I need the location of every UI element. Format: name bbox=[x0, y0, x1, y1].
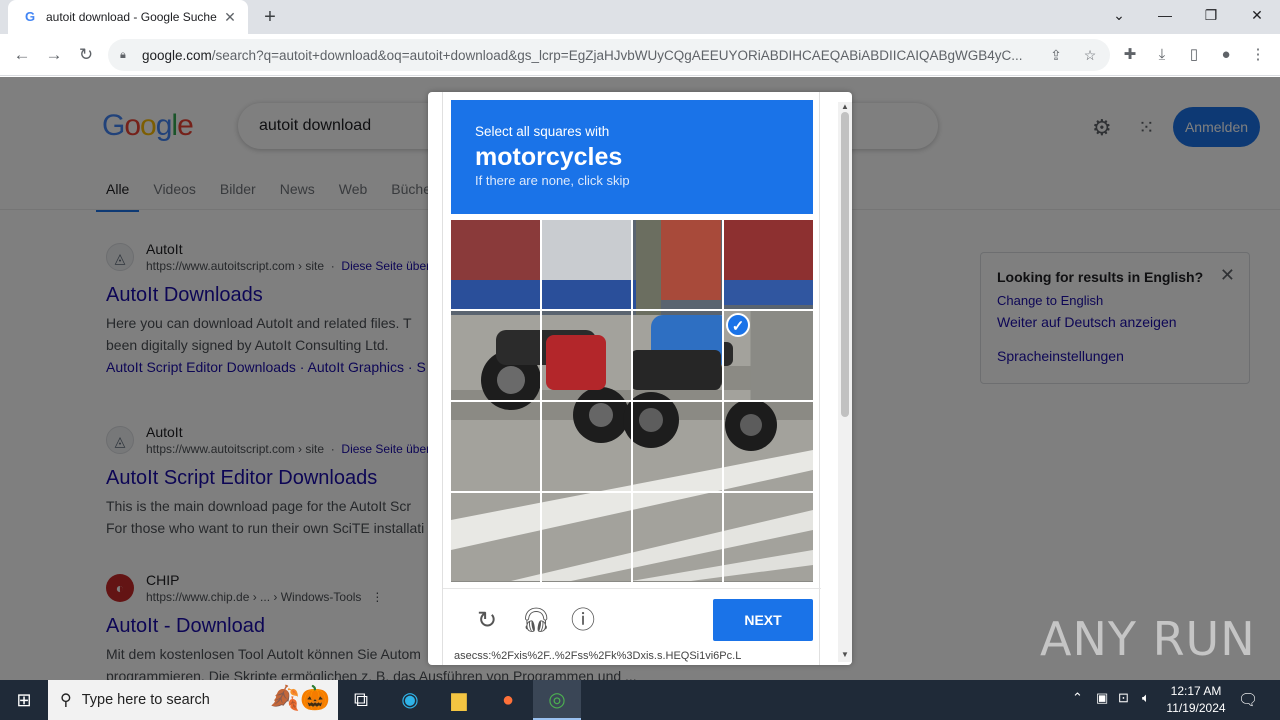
captcha-tile[interactable] bbox=[542, 220, 631, 309]
close-window-button[interactable]: ✕ bbox=[1234, 0, 1280, 30]
chrome-icon[interactable]: ◎ bbox=[533, 680, 581, 720]
scroll-thumb[interactable] bbox=[841, 112, 849, 417]
refresh-icon[interactable]: ↻ bbox=[473, 607, 501, 635]
menu-kebab-icon[interactable]: ⋮ bbox=[1247, 44, 1269, 66]
captcha-tile-image bbox=[633, 402, 722, 491]
scroll-down-arrow-icon[interactable]: ▼ bbox=[838, 650, 852, 662]
captcha-scrollbar[interactable]: ▲ ▼ bbox=[838, 102, 852, 662]
windows-start-icon[interactable]: ⊞ bbox=[0, 680, 48, 720]
notification-icon[interactable]: 🗨︎ bbox=[1238, 690, 1258, 710]
captcha-tile[interactable] bbox=[451, 220, 540, 309]
reload-icon[interactable]: ↻ bbox=[74, 43, 98, 67]
captcha-footer: ↻ 🎧︎ ⓘ NEXT bbox=[443, 588, 821, 652]
captcha-tile[interactable] bbox=[724, 402, 813, 491]
profile-avatar-icon[interactable]: ● bbox=[1215, 44, 1237, 66]
captcha-tile[interactable] bbox=[724, 493, 813, 582]
firefox-icon[interactable]: ● bbox=[484, 680, 532, 720]
file-explorer-icon[interactable]: ▆ bbox=[435, 680, 483, 720]
url-text: google.com/search?q=autoit+download&oq=a… bbox=[142, 48, 1032, 63]
captcha-tile[interactable] bbox=[542, 402, 631, 491]
prompt-target-object: motorcycles bbox=[475, 143, 623, 171]
captcha-prompt: Select all squares with motorcycles If t… bbox=[451, 100, 813, 214]
captcha-tile[interactable] bbox=[633, 311, 722, 400]
selected-check-icon: ✓ bbox=[726, 313, 750, 337]
taskbar-search-placeholder: Type here to search bbox=[81, 692, 210, 708]
captcha-tile-image bbox=[633, 311, 722, 400]
edge-browser-icon[interactable]: ◉ bbox=[386, 680, 434, 720]
taskbar-clock[interactable]: 12:17 AM 11/19/2024 bbox=[1158, 683, 1234, 717]
google-favicon-icon: G bbox=[24, 9, 36, 24]
anyrun-watermark: ANY RUN bbox=[1040, 612, 1256, 666]
captcha-challenge: Select all squares with motorcycles If t… bbox=[428, 92, 852, 665]
captcha-tile[interactable] bbox=[633, 220, 722, 309]
captcha-tile-image bbox=[633, 220, 722, 309]
captcha-tile-image bbox=[451, 402, 540, 491]
captcha-image-grid: ✓ bbox=[451, 220, 813, 582]
search-icon: ⚲ bbox=[60, 692, 72, 709]
tab-title: autoit download - Google Suche bbox=[46, 10, 217, 24]
side-panel-icon[interactable]: ▯ bbox=[1183, 44, 1205, 66]
captcha-body: Select all squares with motorcycles If t… bbox=[442, 92, 821, 665]
captcha-tile-image bbox=[542, 311, 631, 400]
restore-button[interactable]: ❐ bbox=[1188, 0, 1234, 30]
bookmark-star-icon[interactable]: ☆ bbox=[1080, 45, 1100, 65]
captcha-tile-image bbox=[724, 493, 813, 581]
clock-time: 12:17 AM bbox=[1170, 684, 1222, 698]
close-tab-icon[interactable]: ✕ bbox=[222, 9, 238, 26]
taskbar-search-box[interactable]: ⚲ Type here to search 🍂🎃 bbox=[48, 680, 338, 720]
autumn-leaves-icon: 🍂🎃 bbox=[270, 685, 330, 712]
prompt-skip-hint: If there are none, click skip bbox=[475, 173, 630, 188]
captcha-tile[interactable] bbox=[451, 493, 540, 582]
captcha-tile-image bbox=[542, 402, 631, 491]
captcha-tile-image bbox=[633, 493, 722, 581]
captcha-tile[interactable] bbox=[633, 493, 722, 582]
browser-toolbar: ← → ↻ 🔒︎ google.com/search?q=autoit+down… bbox=[0, 34, 1280, 76]
next-button[interactable]: NEXT bbox=[713, 599, 813, 641]
captcha-tile[interactable] bbox=[633, 402, 722, 491]
address-bar[interactable]: 🔒︎ google.com/search?q=autoit+download&o… bbox=[108, 39, 1110, 71]
tab-strip: G autoit download - Google Suche ✕ + ⌄ —… bbox=[0, 0, 1280, 34]
network-icon[interactable]: ⊡ bbox=[1118, 690, 1129, 706]
volume-icon[interactable]: 🔈︎ bbox=[1142, 690, 1150, 706]
lock-icon: 🔒︎ bbox=[120, 48, 126, 61]
captcha-tile-image bbox=[542, 493, 631, 581]
url-host: google.com bbox=[142, 47, 212, 63]
tray-device-icon[interactable]: ▣ bbox=[1096, 690, 1108, 706]
captcha-tile-image bbox=[724, 402, 813, 491]
browser-tab[interactable]: G autoit download - Google Suche ✕ bbox=[8, 0, 248, 34]
clock-date: 11/19/2024 bbox=[1166, 701, 1226, 715]
url-path: /search?q=autoit+download&oq=autoit+down… bbox=[211, 47, 1023, 63]
share-icon[interactable]: ⇪ bbox=[1046, 45, 1066, 65]
minimize-button[interactable]: — bbox=[1142, 0, 1188, 30]
captcha-tile[interactable]: ✓ bbox=[724, 311, 813, 400]
task-view-icon[interactable]: ⧉ bbox=[337, 680, 385, 720]
captcha-tile-image bbox=[451, 220, 540, 309]
captcha-tile-image bbox=[542, 220, 631, 309]
captcha-tile-image bbox=[724, 220, 813, 309]
windows-taskbar: ⊞ ⚲ Type here to search 🍂🎃 ⧉ ◉ ▆ ● ◎ ⌃ ▣… bbox=[0, 680, 1280, 720]
captcha-tile[interactable] bbox=[542, 493, 631, 582]
captcha-tile[interactable] bbox=[542, 311, 631, 400]
back-arrow-icon[interactable]: ← bbox=[10, 43, 34, 67]
captcha-tile[interactable] bbox=[724, 220, 813, 309]
download-icon[interactable]: ⤓ bbox=[1151, 44, 1173, 66]
captcha-tile[interactable] bbox=[451, 402, 540, 491]
captcha-tile[interactable] bbox=[451, 311, 540, 400]
tab-search-chevron-icon[interactable]: ⌄ bbox=[1096, 0, 1142, 30]
audio-headphones-icon[interactable]: 🎧︎ bbox=[521, 607, 551, 635]
extensions-puzzle-icon[interactable]: ✚ bbox=[1119, 44, 1141, 66]
captcha-tile-image bbox=[451, 311, 540, 400]
captcha-url-fragment: asecss:%2Fxis%2F..%2Fss%2Fk%3Dxis.s.HEQS… bbox=[454, 650, 742, 662]
forward-arrow-icon[interactable]: → bbox=[42, 43, 66, 67]
tray-chevron-up-icon[interactable]: ⌃ bbox=[1072, 690, 1083, 706]
prompt-instruction: Select all squares with bbox=[475, 124, 610, 139]
new-tab-button[interactable]: + bbox=[258, 6, 282, 28]
info-icon[interactable]: ⓘ bbox=[569, 607, 597, 635]
captcha-tile-image bbox=[451, 493, 540, 581]
